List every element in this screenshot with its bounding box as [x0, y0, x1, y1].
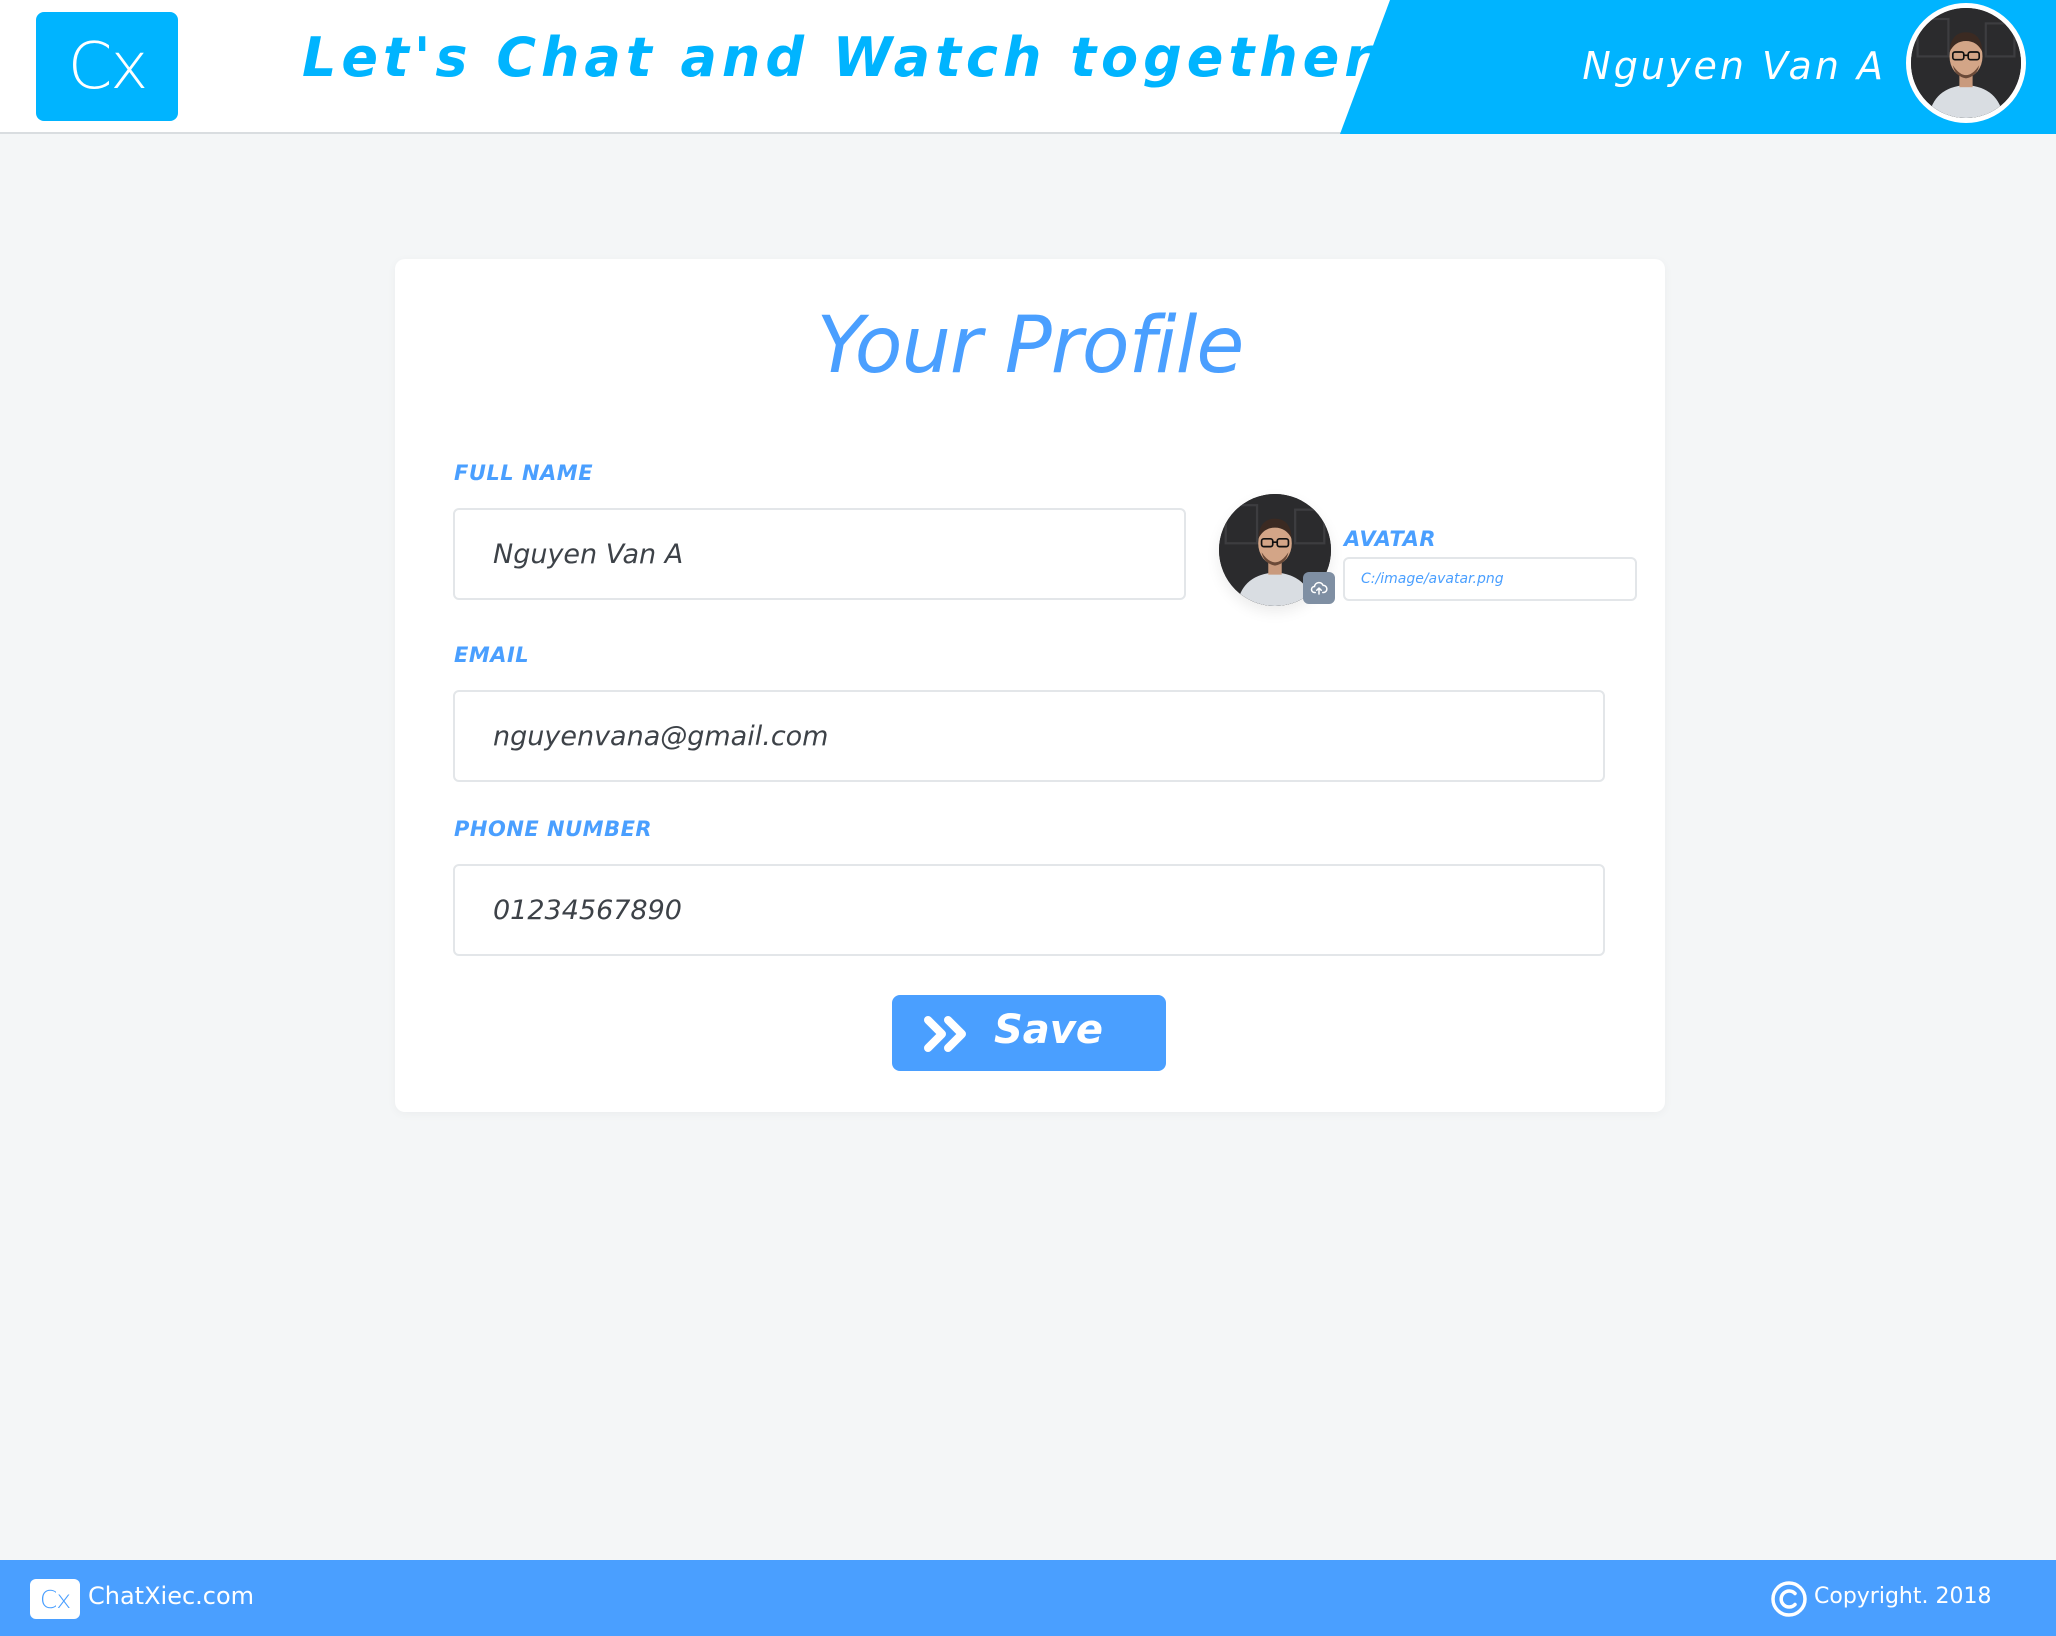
copyright-text: Copyright. 2018 [1814, 1584, 1992, 1609]
avatar-label: AVATAR [1344, 527, 1437, 551]
email-field[interactable] [453, 690, 1605, 782]
header-avatar[interactable] [1906, 3, 2026, 123]
cloud-upload-icon [1310, 581, 1328, 595]
email-label: EMAIL [454, 643, 530, 667]
full-name-input[interactable] [453, 508, 1186, 600]
footer-site-link[interactable]: ChatXiec.com [88, 1582, 254, 1610]
save-button-label: Save [994, 1007, 1104, 1053]
top-header: Cx Let's Chat and Watch together! Nguyen… [0, 0, 2056, 134]
user-photo-icon [1911, 8, 2021, 118]
logo-text: Cx [67, 29, 149, 104]
phone-label: PHONE NUMBER [454, 817, 653, 841]
avatar-upload-button[interactable] [1303, 572, 1335, 604]
footer-logo[interactable]: Cx [30, 1579, 80, 1619]
full-name-label: FULL NAME [454, 461, 594, 485]
page-title: Your Profile [816, 301, 1245, 391]
footer-logo-text: Cx [39, 1584, 71, 1614]
footer: Cx ChatXiec.com Copyright. 2018 [0, 1560, 2056, 1636]
avatar-path-input[interactable] [1343, 557, 1637, 601]
app-logo[interactable]: Cx [36, 12, 178, 121]
header-tagline: Let's Chat and Watch together! [302, 26, 1406, 89]
profile-card: Your Profile FULL NAME Nguyen Van A AVAT… [395, 259, 1665, 1112]
avatar-preview[interactable] [1219, 494, 1335, 606]
copyright-icon [1771, 1581, 1807, 1617]
save-button[interactable]: Save [892, 995, 1166, 1071]
double-chevron-right-icon [924, 1016, 966, 1052]
header-user-name[interactable]: Nguyen Van A [1582, 44, 1886, 88]
phone-field[interactable] [453, 864, 1605, 956]
